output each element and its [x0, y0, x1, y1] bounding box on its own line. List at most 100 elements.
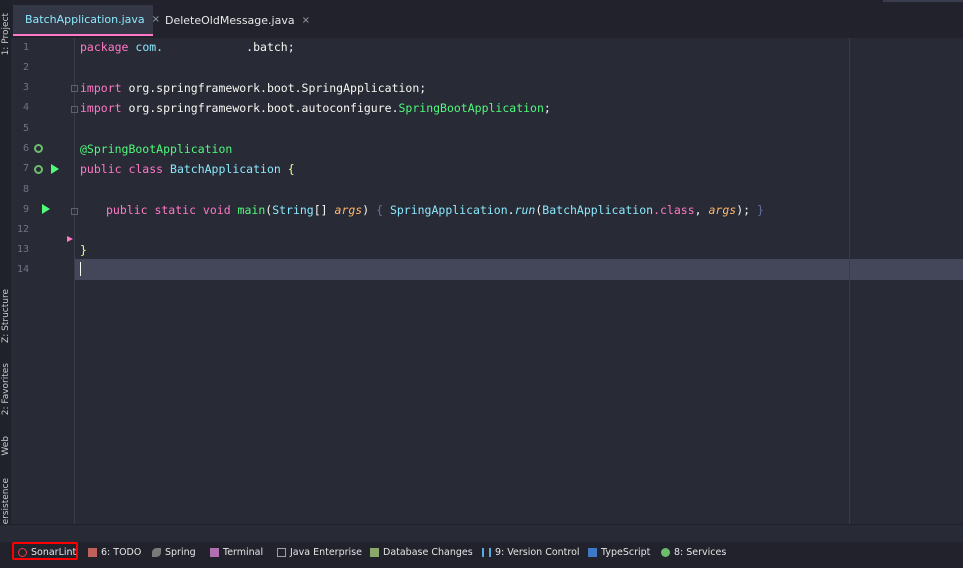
spring-label: Spring: [165, 546, 196, 558]
structure-tool-tab[interactable]: Z: Structure: [0, 286, 11, 346]
brace: }: [756, 203, 764, 217]
tab-batch-application[interactable]: BatchApplication.java ×: [13, 5, 160, 36]
keyword: public static void: [106, 203, 231, 217]
database-changes-icon: [370, 547, 379, 557]
keyword: package: [80, 40, 129, 54]
run-icon[interactable]: [42, 204, 50, 214]
java-enterprise-label: Java Enterprise: [290, 546, 362, 558]
project-tool-tab[interactable]: 1: Project: [0, 8, 11, 60]
project-tab-label: 1: Project: [0, 12, 11, 56]
parameter: args: [708, 203, 737, 217]
todo-icon: [88, 547, 97, 557]
web-tool-tab[interactable]: Web: [0, 428, 11, 464]
bookmark-icon: [67, 236, 73, 242]
code-text: com.: [128, 40, 164, 54]
line-number: 12: [16, 224, 29, 235]
fold-marker-icon[interactable]: [71, 106, 78, 113]
spring-tool-button[interactable]: Spring: [152, 542, 196, 562]
keyword: import: [80, 101, 122, 115]
tab-label: BatchApplication.java: [25, 13, 145, 26]
spring-bean-icon[interactable]: [34, 144, 43, 153]
annotation: @SpringBootApplication: [80, 142, 233, 156]
code-line-13: }: [80, 243, 87, 257]
code-line-3: import org.springframework.boot.SpringAp…: [80, 81, 426, 95]
services-tool-button[interactable]: 8: Services: [661, 542, 726, 562]
run-icon[interactable]: [51, 164, 59, 174]
keyword: .class: [653, 203, 695, 217]
code-line-1: package com. .batch;: [80, 40, 295, 54]
fold-marker-icon[interactable]: [71, 85, 78, 92]
line-number: 13: [16, 244, 29, 255]
line-number: 1: [22, 42, 29, 53]
brace: {: [280, 162, 295, 176]
class-name: String: [272, 203, 314, 217]
line-number: 6: [22, 143, 29, 154]
line-number: 5: [22, 123, 29, 134]
line-number: 2: [22, 62, 29, 73]
method-name: run: [514, 203, 536, 217]
right-margin-guide: [849, 38, 850, 524]
method-name: main: [230, 203, 266, 217]
code-editor[interactable]: 1 2 3 4 5 6 7 8 9 12 13 14 package com. …: [11, 38, 963, 524]
version-control-label: 9: Version Control: [495, 546, 580, 558]
persistence-tab-label: Persistence: [0, 478, 11, 530]
line-number: 14: [16, 264, 29, 275]
line-number: 7: [22, 163, 29, 174]
typescript-icon: [588, 547, 597, 557]
left-tool-strip: 1: Project Z: Structure 2: Favorites Web…: [0, 0, 11, 542]
typescript-label: TypeScript: [601, 546, 651, 558]
favorites-tab-label: 2: Favorites: [0, 362, 11, 416]
line-number: 3: [22, 82, 29, 93]
services-icon: [661, 547, 670, 557]
close-icon[interactable]: ×: [302, 15, 310, 26]
class-name: SpringBootApplication: [398, 101, 544, 115]
line-number: 4: [22, 102, 29, 113]
spring-bean-icon[interactable]: [34, 165, 43, 174]
code-text: ;: [543, 101, 551, 115]
code-line-7: public class BatchApplication {: [80, 162, 295, 176]
bottom-tool-bar: SonarLint 6: TODO Spring Terminal Java E…: [0, 542, 963, 568]
tab-label: DeleteOldMessage.java: [165, 14, 295, 27]
line-number: 8: [22, 184, 29, 195]
tab-bar-right-edge: [883, 0, 963, 2]
todo-tool-button[interactable]: 6: TODO: [88, 542, 141, 562]
sonarlint-highlight-box: [12, 542, 78, 560]
code-text: ): [362, 203, 377, 217]
terminal-icon: [210, 547, 219, 557]
code-line-9: public static void main(String[] args) {…: [106, 203, 764, 217]
code-text: ,: [694, 203, 709, 217]
class-name: BatchApplication: [542, 203, 654, 217]
java-enterprise-tool-button[interactable]: Java Enterprise: [277, 542, 362, 562]
brace: {: [376, 203, 390, 217]
version-control-icon: [482, 547, 491, 557]
code-text: org.springframework.boot.SpringApplicati…: [121, 81, 427, 95]
tab-delete-old-message[interactable]: DeleteOldMessage.java ×: [153, 5, 313, 36]
spring-icon: [152, 547, 161, 557]
todo-label: 6: TODO: [101, 546, 142, 558]
code-line-6: @SpringBootApplication: [80, 142, 232, 156]
keyword: import: [80, 81, 122, 95]
database-changes-tool-button[interactable]: Database Changes: [370, 542, 473, 562]
text-caret: [80, 262, 81, 276]
favorites-tool-tab[interactable]: 2: Favorites: [0, 358, 11, 420]
typescript-tool-button[interactable]: TypeScript: [588, 542, 650, 562]
version-control-tool-button[interactable]: 9: Version Control: [482, 542, 580, 562]
services-label: 8: Services: [674, 546, 727, 558]
code-text: );: [736, 203, 757, 217]
code-text: .: [507, 203, 515, 217]
code-line-4: import org.springframework.boot.autoconf…: [80, 101, 551, 115]
code-text: []: [313, 203, 335, 217]
line-number: 9: [22, 204, 29, 215]
structure-tab-label: Z: Structure: [0, 289, 11, 343]
code-text: org.springframework.boot.autoconfigure.: [121, 101, 399, 115]
terminal-tool-button[interactable]: Terminal: [210, 542, 263, 562]
terminal-label: Terminal: [223, 546, 264, 558]
bottom-separator: [0, 524, 963, 542]
web-tab-label: Web: [0, 436, 11, 456]
code-text: .batch;: [163, 40, 295, 54]
java-enterprise-icon: [277, 547, 286, 557]
class-name: SpringApplication: [389, 203, 508, 217]
fold-marker-icon[interactable]: [71, 208, 78, 215]
brace: }: [80, 243, 87, 257]
database-changes-label: Database Changes: [383, 546, 473, 558]
